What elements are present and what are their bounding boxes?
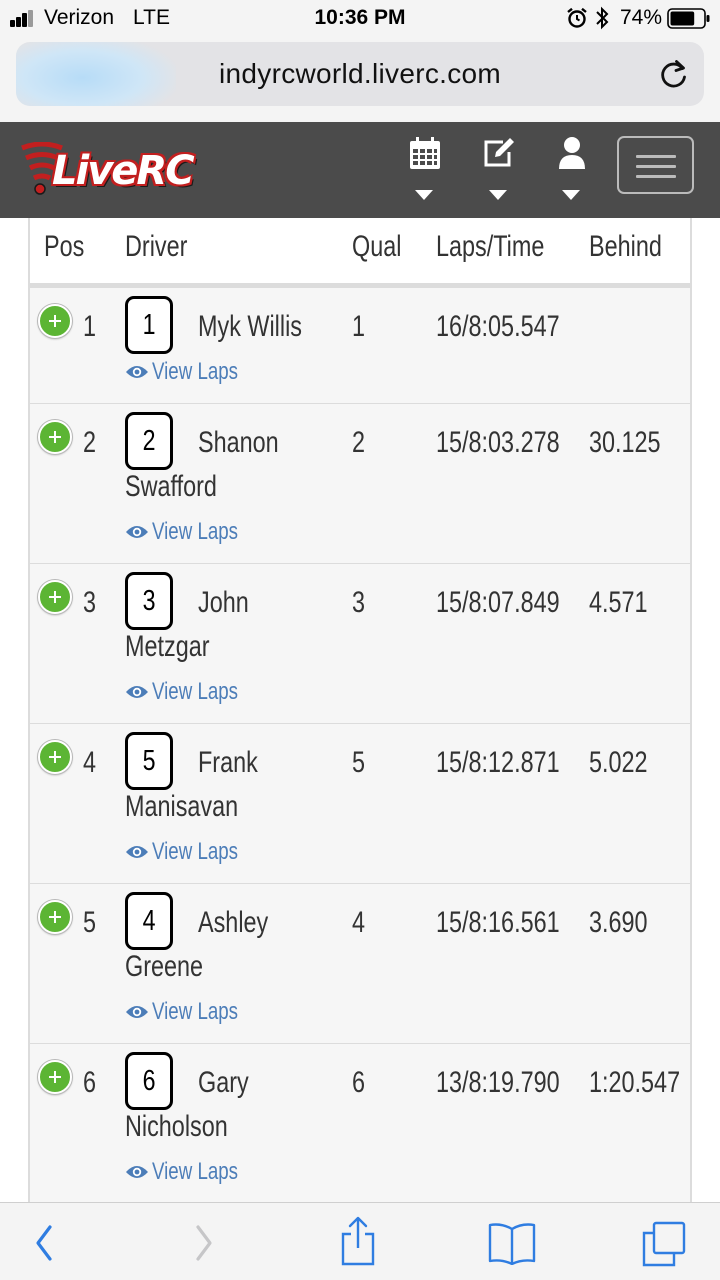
eye-icon xyxy=(126,1006,148,1018)
view-laps-label: View Laps xyxy=(152,1158,239,1185)
driver-first-name: John xyxy=(198,586,249,619)
driver-last-name: Metzgar xyxy=(125,630,210,663)
position: 2 xyxy=(83,426,97,459)
tabs-icon[interactable] xyxy=(640,1221,688,1267)
logo-text: LiveRC xyxy=(52,148,195,194)
driver-first-name: Frank xyxy=(198,746,258,779)
qual-position: 5 xyxy=(352,746,366,779)
url-text[interactable]: indyrcworld.liverc.com xyxy=(16,58,704,90)
results-table: Pos Driver Qual Laps/Time Behind 1 1 Myk… xyxy=(28,218,692,1204)
view-laps-label: View Laps xyxy=(152,518,239,545)
behind-time: 4.571 xyxy=(589,586,648,619)
table-row: 6 6 Gary Nicholson 6 13/8:19.790 1:20.54… xyxy=(30,1043,690,1204)
header-qual: Qual xyxy=(352,230,402,263)
chevron-down-icon xyxy=(489,190,507,200)
driver-last-name: Greene xyxy=(125,950,204,983)
driver-name: Myk Willis xyxy=(198,310,302,343)
behind-time: 1:20.547 xyxy=(589,1066,681,1099)
table-row: 4 5 Frank Manisavan 5 15/8:12.871 5.022 … xyxy=(30,723,690,883)
address-bar[interactable]: indyrcworld.liverc.com xyxy=(16,42,704,106)
behind-time: 3.690 xyxy=(589,906,648,939)
position: 3 xyxy=(83,586,97,619)
eye-icon xyxy=(126,686,148,698)
header-driver: Driver xyxy=(125,230,188,263)
eye-icon xyxy=(126,526,148,538)
hamburger-menu-icon[interactable] xyxy=(617,136,694,194)
browser-toolbar xyxy=(0,1202,720,1280)
qual-position: 2 xyxy=(352,426,366,459)
qual-position: 1 xyxy=(352,310,366,343)
laps-time: 15/8:03.278 xyxy=(436,426,560,459)
position: 1 xyxy=(83,310,97,343)
table-row: 3 3 John Metzgar 3 15/8:07.849 4.571 Vie… xyxy=(30,563,690,723)
forward-icon[interactable] xyxy=(190,1221,218,1265)
eye-icon xyxy=(126,1166,148,1178)
table-row: 1 1 Myk Willis 1 16/8:05.547 View Laps xyxy=(30,287,690,403)
driver-first-name: Ashley xyxy=(198,906,269,939)
laps-time: 16/8:05.547 xyxy=(436,310,560,343)
driver-first-name: Shanon xyxy=(198,426,279,459)
bookmarks-icon[interactable] xyxy=(487,1221,537,1265)
position: 4 xyxy=(83,746,97,779)
eye-icon xyxy=(126,846,148,858)
calendar-menu[interactable] xyxy=(407,136,443,200)
eye-icon xyxy=(126,366,148,378)
table-row: 5 4 Ashley Greene 4 15/8:16.561 3.690 Vi… xyxy=(30,883,690,1043)
liverc-logo[interactable]: LiveRC xyxy=(16,140,242,200)
qual-position: 4 xyxy=(352,906,366,939)
view-laps-label: View Laps xyxy=(152,998,239,1025)
calendar-icon xyxy=(410,137,440,169)
table-row: 2 2 Shanon Swafford 2 15/8:03.278 30.125… xyxy=(30,403,690,563)
qual-position: 3 xyxy=(352,586,366,619)
expand-row-icon[interactable] xyxy=(38,900,72,934)
header-pos: Pos xyxy=(44,230,85,263)
edit-menu[interactable] xyxy=(481,136,517,200)
view-laps-label: View Laps xyxy=(152,838,239,865)
alarm-icon xyxy=(567,7,587,28)
header-laps-time: Laps/Time xyxy=(436,230,545,263)
status-bar: Verizon LTE 10:36 PM 74% xyxy=(0,0,720,38)
car-number-badge: 4 xyxy=(125,892,173,950)
site-header: LiveRC xyxy=(0,122,720,218)
position: 6 xyxy=(83,1066,97,1099)
car-number-badge: 5 xyxy=(125,732,173,790)
view-laps-label: View Laps xyxy=(152,678,239,705)
driver-last-name: Nicholson xyxy=(125,1110,228,1143)
back-icon[interactable] xyxy=(30,1221,58,1265)
user-menu[interactable] xyxy=(554,136,590,200)
car-number-badge: 6 xyxy=(125,1052,173,1110)
header-behind: Behind xyxy=(589,230,662,263)
car-number-badge: 3 xyxy=(125,572,173,630)
chevron-down-icon xyxy=(415,190,433,200)
car-number-badge: 2 xyxy=(125,412,173,470)
bluetooth-icon xyxy=(596,6,609,30)
edit-icon xyxy=(484,138,514,167)
driver-last-name: Swafford xyxy=(125,470,217,503)
behind-time: 5.022 xyxy=(589,746,648,779)
user-icon xyxy=(559,137,585,169)
share-icon[interactable] xyxy=(338,1215,378,1267)
expand-row-icon[interactable] xyxy=(38,420,72,454)
car-number-badge: 1 xyxy=(125,296,173,354)
driver-first-name: Gary xyxy=(198,1066,249,1099)
laps-time: 15/8:16.561 xyxy=(436,906,560,939)
expand-row-icon[interactable] xyxy=(38,304,72,338)
driver-last-name: Manisavan xyxy=(125,790,239,823)
battery-percentage: 74% xyxy=(620,6,663,29)
laps-time: 13/8:19.790 xyxy=(436,1066,560,1099)
expand-row-icon[interactable] xyxy=(38,1060,72,1094)
expand-row-icon[interactable] xyxy=(38,740,72,774)
reload-icon[interactable] xyxy=(658,58,690,90)
laps-time: 15/8:07.849 xyxy=(436,586,560,619)
battery-icon xyxy=(667,8,710,29)
position: 5 xyxy=(83,906,97,939)
expand-row-icon[interactable] xyxy=(38,580,72,614)
view-laps-label: View Laps xyxy=(152,358,239,385)
clock: 10:36 PM xyxy=(314,6,406,29)
browser-address-area: indyrcworld.liverc.com xyxy=(0,38,720,122)
behind-time: 30.125 xyxy=(589,426,661,459)
qual-position: 6 xyxy=(352,1066,366,1099)
chevron-down-icon xyxy=(562,190,580,200)
laps-time: 15/8:12.871 xyxy=(436,746,560,779)
